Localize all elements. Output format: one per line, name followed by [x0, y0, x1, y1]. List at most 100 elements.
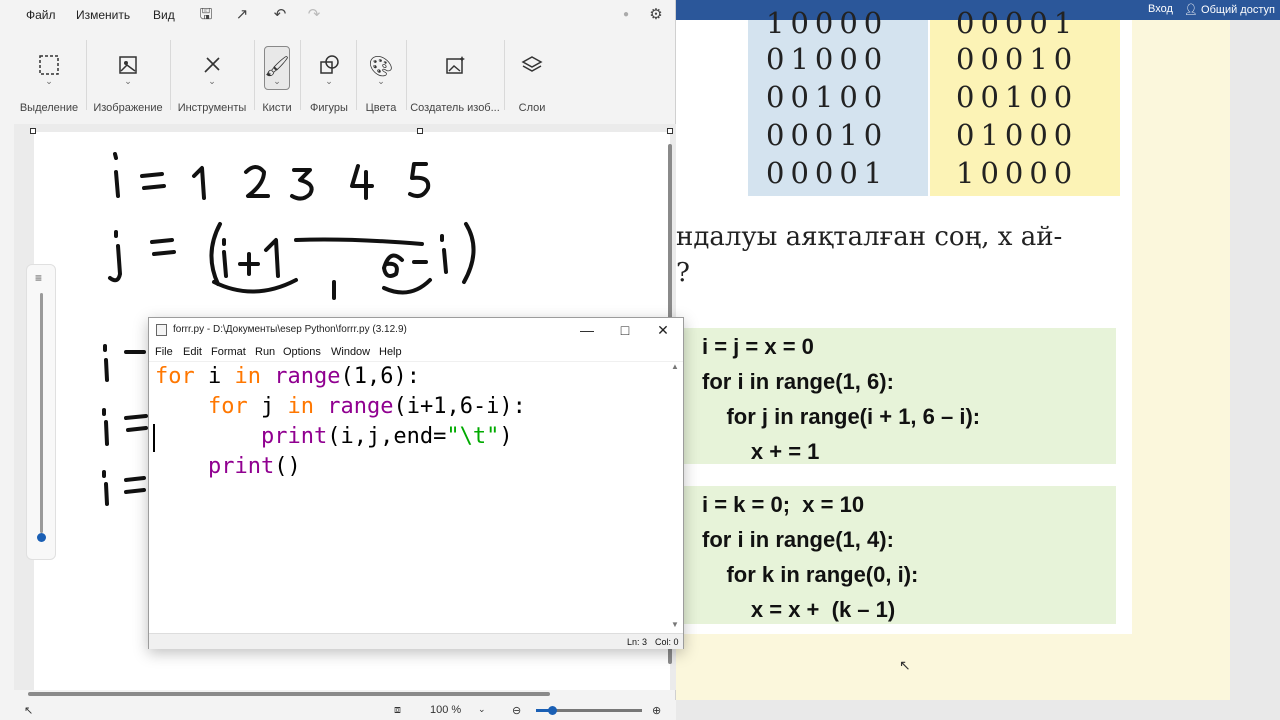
ribbon-layers[interactable]: Слои [508, 30, 556, 122]
menu-edit[interactable]: Изменить [76, 8, 130, 22]
cursor-pointer-icon: ↖ [24, 705, 34, 717]
python-file-icon [156, 324, 167, 336]
code-line: for i in range(1, 6): [702, 369, 894, 394]
scroll-down-icon[interactable]: ▼ [671, 620, 679, 629]
ribbon-label: Кисти [262, 102, 292, 114]
settings-gear-icon[interactable]: ⚙ [646, 5, 666, 25]
text-cursor [153, 424, 155, 452]
menu-file[interactable]: Файл [26, 8, 56, 22]
redo-icon[interactable]: ↷ [304, 5, 324, 25]
horizontal-scrollbar[interactable] [14, 688, 664, 700]
ribbon-label: Фигуры [310, 102, 348, 114]
ribbon-image-creator[interactable]: Создатель изоб... [410, 30, 500, 122]
code-line: print() [207, 454, 301, 479]
slider-track [40, 293, 43, 533]
code-line: for k in range(0, i): [702, 562, 919, 587]
code-line: x + = 1 [702, 439, 820, 464]
chevron-down-icon: ⌄ [273, 76, 281, 86]
table-cell: 10000 [766, 6, 889, 40]
canvas-resize-handle[interactable] [417, 128, 423, 134]
page-content: 10000 01000 00100 00010 00001 00001 0001… [676, 6, 1132, 634]
ribbon-divider [356, 40, 357, 110]
ribbon-selection[interactable]: ⌄ Выделение [14, 30, 84, 122]
menu-run[interactable]: Run [255, 346, 275, 358]
line-number: Ln: 3 [627, 637, 648, 647]
editor-scrollbar[interactable]: ▲ ▼ [668, 362, 682, 632]
chevron-down-icon: ⌄ [124, 76, 132, 86]
idle-title-bar: forrr.py - D:\Документы\esep Python\forr… [149, 318, 683, 342]
table-cell: 00010 [956, 42, 1079, 76]
paint-ribbon: ⌄ Выделение ⌄ Изображение ⌄ Инструменты … [0, 30, 676, 122]
ribbon-divider [86, 40, 87, 110]
menu-help[interactable]: Help [379, 346, 402, 358]
zoom-slider-knob[interactable] [547, 706, 557, 715]
menu-options[interactable]: Options [283, 346, 321, 358]
brush-size-icon: ≡ [35, 271, 43, 285]
ribbon-label: Слои [518, 102, 546, 114]
menu-edit[interactable]: Edit [183, 346, 202, 358]
save-icon[interactable]: 🖫︎ [196, 5, 216, 25]
column-number: Col: 0 [655, 637, 679, 647]
ribbon-divider [504, 40, 505, 110]
table-cell: 00100 [956, 80, 1079, 114]
share-button[interactable]: 👤︎ Общий доступ [1184, 3, 1275, 16]
table-cell: 10000 [956, 156, 1079, 190]
menu-file[interactable]: File [155, 346, 173, 358]
chevron-down-icon: ⌄ [325, 76, 333, 86]
ribbon-tools[interactable]: ⌄ Инструменты [174, 30, 250, 122]
table-cell: 01000 [766, 42, 889, 76]
menu-format[interactable]: Format [211, 346, 246, 358]
scroll-up-icon[interactable]: ▲ [671, 362, 679, 371]
menu-window[interactable]: Window [331, 346, 370, 358]
ribbon-label: Изображение [93, 102, 163, 114]
book-text-line: ? [676, 258, 690, 288]
ribbon-divider [254, 40, 255, 110]
mouse-cursor-icon: ↖ [899, 657, 911, 673]
chevron-down-icon[interactable]: ⌄ [478, 704, 486, 715]
code-line: for j in range(i + 1, 6 – i): [702, 404, 981, 429]
zoom-in-icon[interactable]: ⊕ [652, 704, 661, 717]
slider-knob[interactable] [37, 533, 46, 542]
image-creator-icon [442, 54, 468, 80]
ribbon-divider [170, 40, 171, 110]
code-line: print(i,j,end="\t") [260, 424, 513, 449]
code-example-box: i = j = x = 0 for i in range(1, 6): for … [684, 328, 1116, 464]
table-cell: 00001 [766, 156, 889, 190]
maximize-button[interactable]: □ [605, 320, 645, 340]
zoom-out-icon[interactable]: ⊖ [512, 704, 521, 717]
code-line: i = k = 0; x = 10 [702, 492, 865, 517]
ribbon-brushes[interactable]: 🖌︎ ⌄ Кисти [258, 30, 296, 122]
share-icon[interactable]: ↗ [232, 5, 252, 25]
chevron-down-icon: ⌄ [208, 76, 216, 86]
layers-icon [519, 54, 545, 80]
minimize-button[interactable]: — [567, 320, 607, 340]
window-title: forrr.py - D:\Документы\esep Python\forr… [173, 324, 407, 335]
table-cell: 00001 [956, 6, 1079, 40]
scroll-thumb[interactable] [28, 692, 550, 696]
person-icon: 👤︎ [1184, 4, 1198, 16]
chevron-down-icon: ⌄ [377, 76, 385, 86]
menu-view[interactable]: Вид [153, 8, 175, 22]
ribbon-label: Цвета [365, 102, 397, 114]
zoom-slider[interactable] [536, 706, 642, 715]
word-document-window: Вход 👤︎ Общий доступ 10000 01000 00100 0… [676, 0, 1280, 720]
ribbon-divider [406, 40, 407, 110]
fit-to-window-icon[interactable]: ⧈ [394, 704, 401, 717]
signin-link[interactable]: Вход [1148, 3, 1173, 15]
ribbon-colors[interactable]: 🎨︎ ⌄ Цвета [358, 30, 404, 122]
code-line: i = j = x = 0 [702, 334, 814, 359]
ribbon-shapes[interactable]: ⌄ Фигуры [304, 30, 354, 122]
brush-size-slider[interactable]: ≡ [26, 264, 56, 560]
word-page: 10000 01000 00100 00010 00001 00001 0001… [676, 6, 1230, 700]
idle-editor-window: forrr.py - D:\Документы\esep Python\forr… [148, 317, 684, 649]
close-button[interactable]: ✕ [643, 320, 683, 340]
ribbon-divider [300, 40, 301, 110]
undo-icon[interactable]: ↶ [270, 5, 290, 25]
canvas-resize-handle[interactable] [30, 128, 36, 134]
zoom-level[interactable]: 100 % [430, 704, 461, 716]
ribbon-image[interactable]: ⌄ Изображение [90, 30, 166, 122]
account-icon[interactable]: ● [616, 5, 636, 25]
paint-menubar: Файл Изменить Вид 🖫︎ ↗ ↶ ↷ ● ⚙ [0, 0, 676, 30]
idle-menubar: File Edit Format Run Options Window Help [149, 342, 683, 362]
code-editor[interactable]: for i in range(1,6): for j in range(i+1,… [150, 362, 668, 632]
